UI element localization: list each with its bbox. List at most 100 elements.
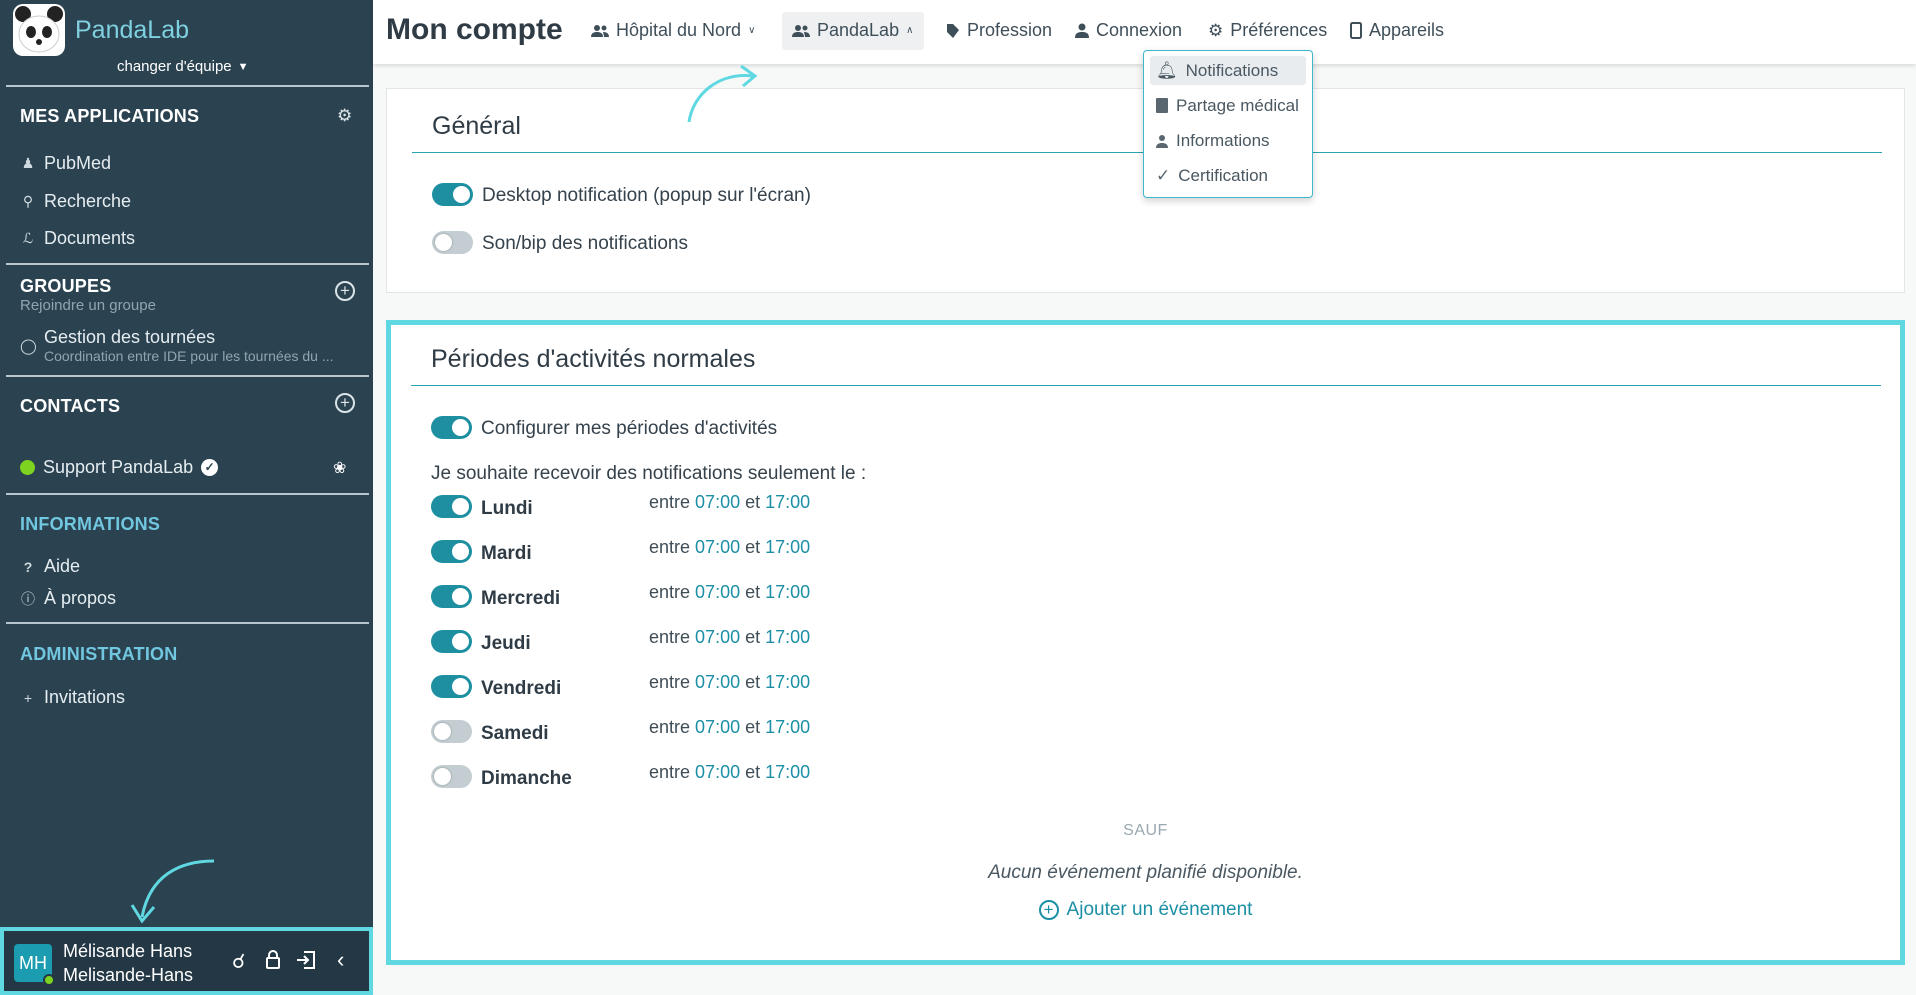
tab-label: Profession <box>967 20 1053 40</box>
time-to[interactable]: 17:00 <box>765 492 810 512</box>
add-event-label: Ajouter un événement <box>1066 899 1253 920</box>
sidebar-item-pubmed[interactable]: ♟ PubMed <box>20 153 111 174</box>
lock-icon[interactable] <box>266 949 280 969</box>
time-from[interactable]: 07:00 <box>695 762 740 782</box>
time-from[interactable]: 07:00 <box>695 537 740 557</box>
app-name[interactable]: PandaLab <box>75 16 189 45</box>
day-toggle-dimanche[interactable] <box>431 765 472 788</box>
add-contact-button[interactable]: + <box>335 393 355 413</box>
tab-profession[interactable]: Profession <box>946 20 1052 41</box>
contacts-section-title: CONTACTS <box>20 396 121 416</box>
sidebar-item-recherche[interactable]: ⚲ Recherche <box>20 191 131 212</box>
sidebar-item-aide[interactable]: ? Aide <box>20 556 80 577</box>
activity-periods-card: Périodes d'activités normales Configurer… <box>386 320 1905 965</box>
time-to[interactable]: 17:00 <box>765 672 810 692</box>
tab-label: Connexion <box>1096 20 1183 40</box>
menu-item-certification[interactable]: ✓ Certification <box>1150 161 1306 190</box>
desktop-notification-toggle[interactable] <box>432 183 473 206</box>
chevron-down-icon: ∨ <box>748 25 756 36</box>
sidebar-item-invitations[interactable]: + Invitations <box>20 687 125 708</box>
groups-section-title: GROUPES <box>20 276 112 296</box>
sidebar: PandaLab changer d'équipe ▼ MES APPLICAT… <box>0 0 373 995</box>
sound-notification-toggle[interactable] <box>432 231 473 254</box>
stethoscope-icon <box>947 23 959 38</box>
menu-item-partage[interactable]: Partage médical <box>1150 91 1306 120</box>
time-from[interactable]: 07:00 <box>695 672 740 692</box>
plus-icon: + <box>23 689 33 706</box>
user-panel: MH Mélisande Hans Melisande-Hans ☌ ‹ <box>0 927 373 995</box>
add-group-button[interactable]: + <box>335 281 355 301</box>
time-from[interactable]: 07:00 <box>695 717 740 737</box>
file-icon <box>1156 98 1168 113</box>
join-group-link[interactable]: Rejoindre un groupe <box>20 297 156 314</box>
menu-item-informations[interactable]: Informations <box>1150 126 1306 155</box>
bell-snooze-icon[interactable]: ☌ <box>232 949 245 974</box>
and-label: et <box>745 492 761 512</box>
sound-notification-label: Son/bip des notifications <box>482 233 688 254</box>
group-name: Gestion des tournées <box>44 327 216 347</box>
periods-intro: Je souhaite recevoir des notifications s… <box>431 463 867 484</box>
tab-appareils[interactable]: Appareils <box>1350 20 1444 41</box>
menu-item-notifications[interactable]: 🔔︎ Notifications <box>1150 56 1306 85</box>
user-icon <box>1156 134 1168 148</box>
time-to[interactable]: 17:00 <box>765 537 810 557</box>
avatar-initials: MH <box>19 953 47 973</box>
user-username: Melisande-Hans <box>63 965 194 985</box>
day-toggle-mercredi[interactable] <box>431 585 472 608</box>
sidebar-item-label: PubMed <box>44 153 112 173</box>
day-name: Dimanche <box>481 768 572 789</box>
tab-hopital[interactable]: Hôpital du Nord ∨ <box>591 20 755 41</box>
sidebar-item-label: Invitations <box>44 687 126 707</box>
collapse-sidebar-icon[interactable]: ‹ <box>337 947 344 973</box>
bell-icon: 🔔︎ <box>1156 60 1178 80</box>
time-from[interactable]: 07:00 <box>695 627 740 647</box>
day-name: Samedi <box>481 723 549 744</box>
user-doctor-icon: ♟ <box>21 155 35 171</box>
time-from[interactable]: 07:00 <box>695 582 740 602</box>
tab-connexion[interactable]: Connexion <box>1075 20 1182 41</box>
sidebar-item-apropos[interactable]: ⓘ À propos <box>20 588 116 609</box>
chevron-up-icon: ∧ <box>906 25 914 36</box>
time-to[interactable]: 17:00 <box>765 582 810 602</box>
gear-icon: ⚙ <box>1208 20 1224 40</box>
day-toggle-lundi[interactable] <box>431 495 472 518</box>
time-to[interactable]: 17:00 <box>765 762 810 782</box>
between-label: entre <box>649 717 691 737</box>
and-label: et <box>745 582 761 602</box>
configure-periods-toggle[interactable] <box>431 416 472 439</box>
sidebar-item-documents[interactable]: ℒ Documents <box>20 228 135 249</box>
tab-pandalab[interactable]: PandaLab ∧ <box>792 20 913 41</box>
user-icon <box>1075 23 1089 38</box>
add-event-button[interactable]: + Ajouter un événement <box>391 899 1900 921</box>
time-to[interactable]: 17:00 <box>765 627 810 647</box>
user-status-dot <box>43 974 55 986</box>
panda-logo[interactable] <box>13 4 65 56</box>
time-from[interactable]: 07:00 <box>695 492 740 512</box>
day-toggle-jeudi[interactable] <box>431 630 472 653</box>
menu-item-label: Partage médical <box>1176 95 1299 115</box>
and-label: et <box>745 717 761 737</box>
check-icon: ✓ <box>1156 165 1171 185</box>
day-toggle-samedi[interactable] <box>431 720 472 743</box>
logout-icon[interactable] <box>296 951 316 969</box>
day-name: Vendredi <box>481 678 562 699</box>
and-label: et <box>745 762 761 782</box>
and-label: et <box>745 672 761 692</box>
menu-item-label: Notifications <box>1185 60 1279 80</box>
day-range: entre 07:00 et 17:00 <box>649 717 810 738</box>
day-toggle-mardi[interactable] <box>431 540 472 563</box>
change-team-button[interactable]: changer d'équipe ▼ <box>117 58 249 75</box>
day-toggle-vendredi[interactable] <box>431 675 472 698</box>
sidebar-item-label: Documents <box>44 228 136 248</box>
user-name: Mélisande Hans <box>63 941 193 961</box>
tab-label: Hôpital du Nord <box>616 20 742 40</box>
day-range: entre 07:00 et 17:00 <box>649 672 810 693</box>
contact-item-support[interactable]: Support PandaLab ✓ <box>20 457 219 478</box>
pandalab-dropdown-menu: 🔔︎ Notifications Partage médical Informat… <box>1143 50 1313 198</box>
apps-section-title: MES APPLICATIONS <box>20 106 200 126</box>
paperclip-icon: ℒ <box>22 230 34 246</box>
tab-preferences[interactable]: ⚙ Préférences <box>1208 20 1327 41</box>
gear-icon[interactable]: ⚙ <box>337 106 352 126</box>
time-to[interactable]: 17:00 <box>765 717 810 737</box>
change-team-label: changer d'équipe <box>117 58 232 75</box>
